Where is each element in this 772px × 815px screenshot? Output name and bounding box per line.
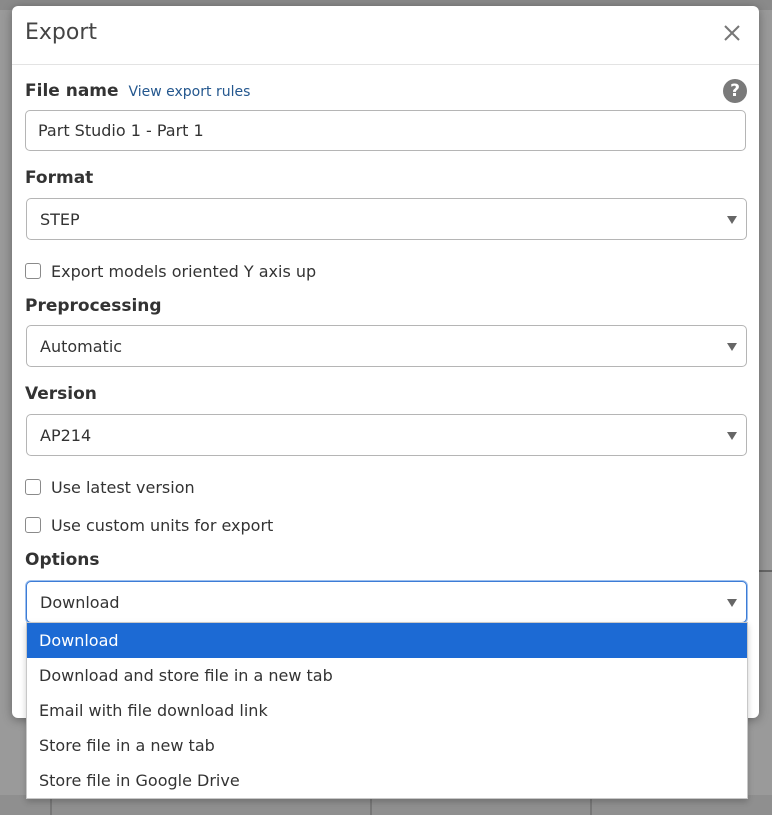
dialog-title: Export (25, 20, 98, 45)
y-axis-up-label: Export models oriented Y axis up (51, 261, 317, 281)
option-store-google-drive[interactable]: Store file in Google Drive (27, 763, 747, 798)
preprocessing-select-value: Automatic (40, 337, 123, 356)
options-dropdown-list: Download Download and store file in a ne… (26, 622, 748, 799)
option-email-link[interactable]: Email with file download link (27, 693, 747, 728)
options-select[interactable]: Download (26, 581, 747, 623)
chevron-down-icon (727, 432, 737, 440)
latest-version-checkbox[interactable] (25, 479, 41, 495)
custom-units-label: Use custom units for export (51, 515, 274, 535)
options-label: Options (25, 550, 100, 570)
option-store-new-tab[interactable]: Store file in a new tab (27, 728, 747, 763)
chevron-down-icon (727, 343, 737, 351)
close-button[interactable] (719, 20, 745, 46)
options-select-value: Download (40, 593, 120, 612)
help-icon[interactable]: ? (723, 79, 747, 103)
y-axis-up-checkbox-row[interactable]: Export models oriented Y axis up (25, 261, 316, 281)
y-axis-up-checkbox[interactable] (25, 263, 41, 279)
format-label: Format (25, 168, 94, 188)
close-icon (724, 25, 740, 41)
export-dialog: Export File name View export rules ? For… (12, 6, 759, 718)
custom-units-checkbox-row[interactable]: Use custom units for export (25, 515, 273, 535)
version-select-value: AP214 (40, 426, 92, 445)
version-label: Version (25, 384, 97, 404)
latest-version-label: Use latest version (51, 477, 195, 497)
preprocessing-select[interactable]: Automatic (26, 325, 747, 367)
file-name-label: File name View export rules (25, 81, 250, 101)
preprocessing-label: Preprocessing (25, 296, 162, 316)
format-select-value: STEP (40, 210, 80, 229)
file-name-input[interactable] (25, 110, 746, 151)
chevron-down-icon (727, 599, 737, 607)
option-download-and-store[interactable]: Download and store file in a new tab (27, 658, 747, 693)
version-select[interactable]: AP214 (26, 414, 747, 456)
custom-units-checkbox[interactable] (25, 517, 41, 533)
latest-version-checkbox-row[interactable]: Use latest version (25, 477, 195, 497)
chevron-down-icon (727, 216, 737, 224)
option-download[interactable]: Download (27, 623, 747, 658)
format-select[interactable]: STEP (26, 198, 747, 240)
dialog-header: Export (12, 6, 759, 65)
file-name-label-text: File name (25, 81, 119, 101)
view-export-rules-link[interactable]: View export rules (128, 84, 250, 100)
